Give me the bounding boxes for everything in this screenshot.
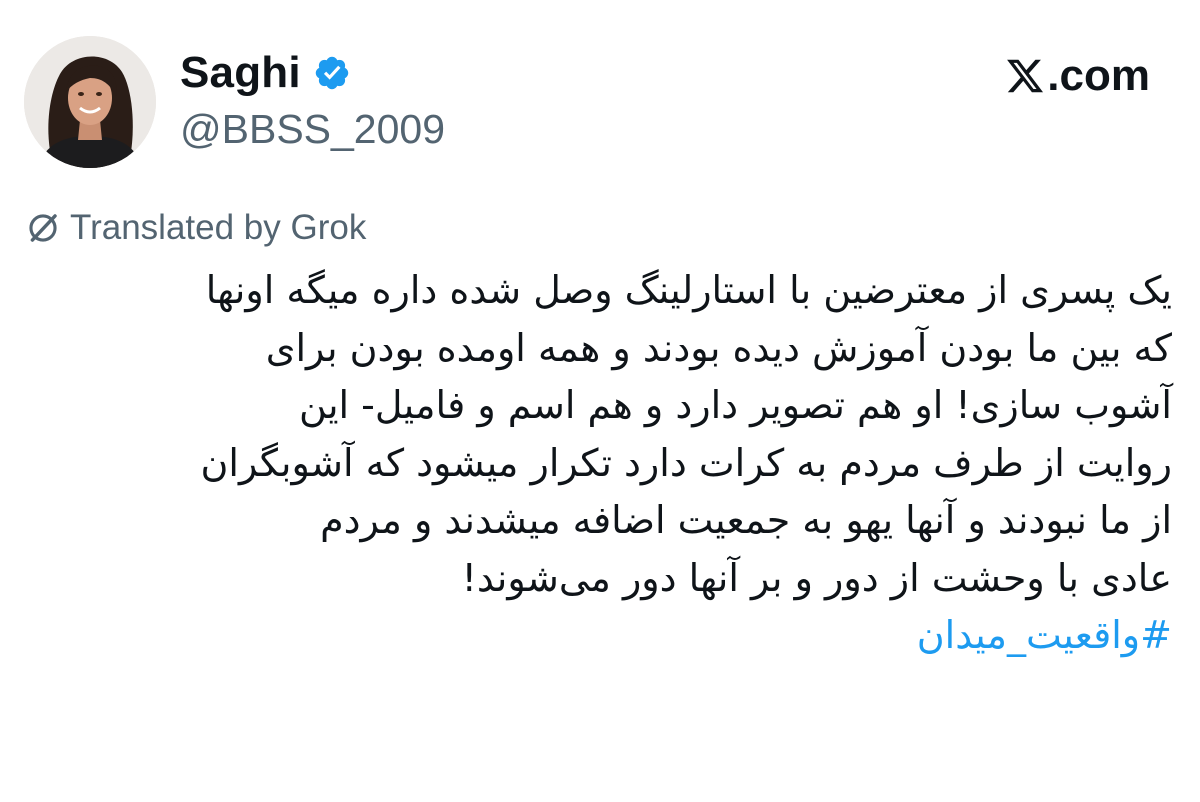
translated-label[interactable]: Translated by Grok — [70, 208, 366, 248]
avatar[interactable] — [24, 36, 156, 168]
tweet-text-line: آشوب سازی! او هم تصویر دارد و هم اسم و ف… — [299, 383, 1172, 427]
tweet-text: یک پسری از معترضین با استارلینگ وصل شده … — [22, 262, 1172, 665]
hashtag-link[interactable]: #واقعیت_میدان — [917, 613, 1172, 657]
tweet-text-line: که بین ما بودن آموزش دیده بودند و همه او… — [265, 325, 1172, 370]
brand-text: .com — [1047, 51, 1150, 100]
tweet-text-line: روایت از طرف مردم به کرات دارد تکرار میش… — [200, 440, 1172, 485]
display-name[interactable]: Saghi — [180, 48, 301, 98]
tweet-text-line: عادی با وحشت از دور و بر آنها دور می‌شون… — [461, 555, 1172, 600]
tweet-text-line: یک پسری از معترضین با استارلینگ وصل شده … — [205, 268, 1172, 312]
verified-badge-icon — [313, 54, 351, 92]
author-name-row: Saghi — [180, 44, 351, 102]
tweet-text-line: از ما نبودند و آنها یهو به جمعیت اضافه م… — [320, 498, 1172, 542]
avatar-image — [24, 36, 156, 168]
grok-icon — [26, 211, 60, 245]
author-handle[interactable]: @BBSS_2009 — [180, 106, 445, 153]
brand-logo: .com — [1005, 48, 1150, 104]
tweet-header: Saghi @BBSS_2009 .com — [22, 30, 1182, 180]
translation-notice: Translated by Grok — [26, 206, 366, 250]
tweet-card: Saghi @BBSS_2009 .com Translated by Grok… — [0, 0, 1200, 802]
x-logo-icon — [1005, 56, 1045, 96]
